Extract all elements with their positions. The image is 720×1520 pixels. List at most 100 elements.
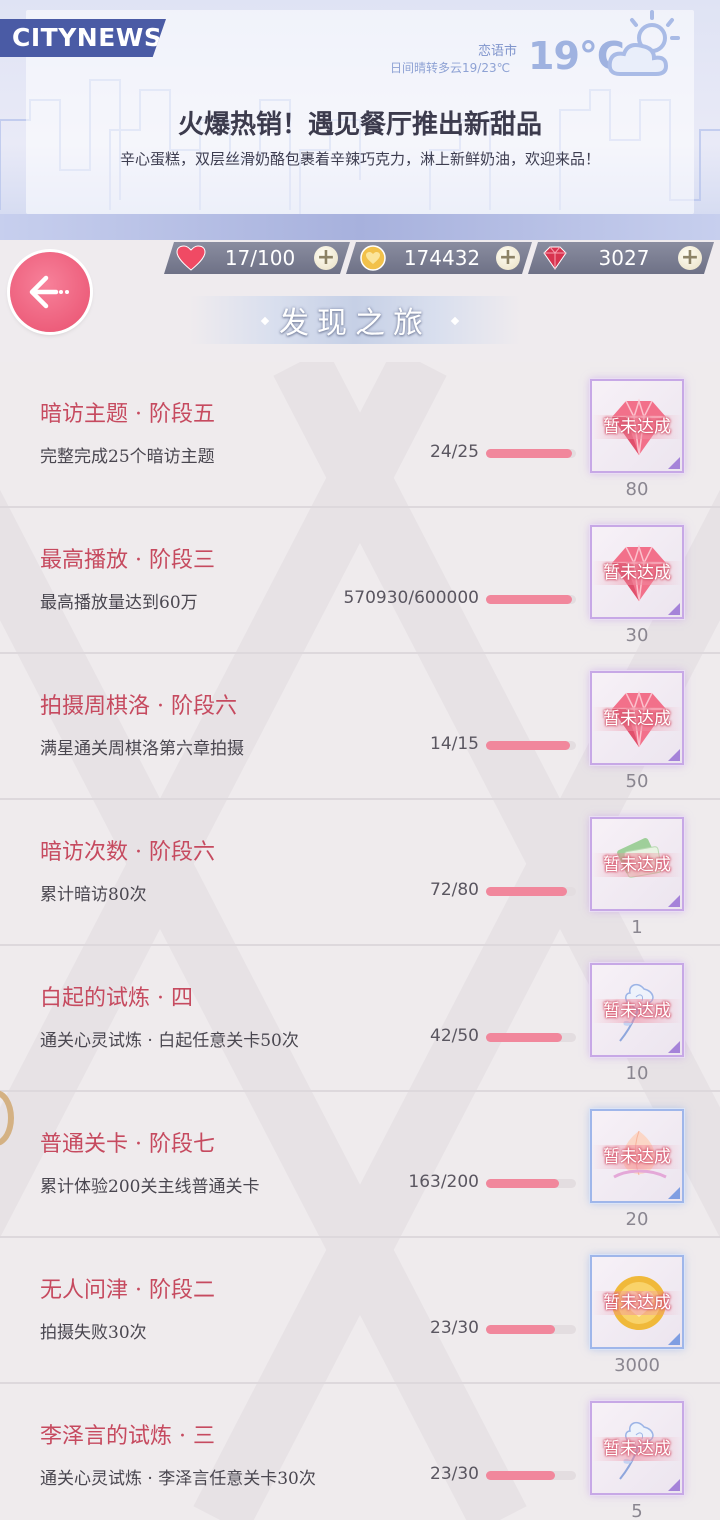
achievement-title: 暗访主题 · 阶段五 bbox=[40, 402, 215, 427]
achievement-progress-text: 163/200 bbox=[408, 1172, 479, 1192]
add-diamonds-button[interactable]: + bbox=[678, 246, 702, 270]
reward-quantity: 5 bbox=[631, 1501, 643, 1520]
list-item[interactable]: 暗访主题 · 阶段五 完整完成25个暗访主题 24/25 暂未达成 80 bbox=[0, 362, 720, 508]
achievement-description: 通关心灵试炼 · 白起任意关卡50次 bbox=[40, 1031, 299, 1051]
reward-status-label: 暂未达成 bbox=[592, 1291, 682, 1315]
news-subline: 辛心蛋糕，双层丝滑奶酪包裹着辛辣巧克力，淋上新鲜奶油，欢迎来品！ bbox=[119, 150, 600, 168]
achievement-description: 累计暗访80次 bbox=[40, 885, 147, 905]
achievement-progress-text: 14/15 bbox=[430, 734, 479, 754]
news-banner[interactable]: CITYNEWS 恋语市 日间晴转多云19/23℃ 19°C 火爆热销！遇见餐厅… bbox=[0, 0, 720, 240]
achievement-progress-text: 42/50 bbox=[430, 1026, 479, 1046]
list-item[interactable]: 白起的试炼 · 四 通关心灵试炼 · 白起任意关卡50次 42/50 暂未达成 … bbox=[0, 946, 720, 1092]
progress-bar-fill bbox=[486, 1325, 556, 1334]
citynews-logo: CITYNEWS bbox=[0, 19, 166, 57]
progress-bar-fill bbox=[486, 1179, 560, 1188]
progress-bar-fill bbox=[486, 449, 573, 458]
achievement-progress-text: 23/30 bbox=[430, 1464, 479, 1484]
progress-bar bbox=[486, 887, 576, 896]
list-item[interactable]: 李泽言的试炼 · 三 通关心灵试炼 · 李泽言任意关卡30次 23/30 暂未达… bbox=[0, 1384, 720, 1520]
reward-quantity: 1 bbox=[631, 917, 643, 938]
achievement-title: 李泽言的试炼 · 三 bbox=[40, 1424, 215, 1449]
list-item[interactable]: 暗访次数 · 阶段六 累计暗访80次 72/80 暂未达成 1 bbox=[0, 800, 720, 946]
achievement-title: 拍摄周棋洛 · 阶段六 bbox=[40, 694, 237, 719]
diamond-value: 3027 bbox=[598, 246, 650, 270]
back-arrow-icon bbox=[29, 275, 69, 309]
reward-quantity: 20 bbox=[625, 1209, 649, 1230]
reward-card[interactable]: 暂未达成 bbox=[590, 1109, 684, 1203]
add-stamina-button[interactable]: + bbox=[314, 246, 338, 270]
achievement-title: 白起的试炼 · 四 bbox=[40, 986, 193, 1011]
reward-card[interactable]: 暂未达成 bbox=[590, 1401, 684, 1495]
achievement-progress-text: 72/80 bbox=[430, 880, 479, 900]
progress-bar-fill bbox=[486, 595, 572, 604]
reward-status-label: 暂未达成 bbox=[592, 1145, 682, 1169]
stamina-counter: 17/100 + bbox=[164, 242, 350, 274]
achievement-title: 普通关卡 · 阶段七 bbox=[40, 1132, 215, 1157]
coin-counter: 174432 + bbox=[346, 242, 532, 274]
list-item[interactable]: 拍摄周棋洛 · 阶段六 满星通关周棋洛第六章拍摄 14/15 暂未达成 50 bbox=[0, 654, 720, 800]
reward-card[interactable]: 暂未达成 bbox=[590, 817, 684, 911]
list-item[interactable]: 普通关卡 · 阶段七 累计体验200关主线普通关卡 163/200 暂未达成 2… bbox=[0, 1092, 720, 1238]
reward-quantity: 10 bbox=[625, 1063, 649, 1084]
add-coins-button[interactable]: + bbox=[496, 246, 520, 270]
achievement-description: 满星通关周棋洛第六章拍摄 bbox=[40, 739, 244, 759]
reward-quantity: 50 bbox=[625, 771, 649, 792]
weather-description: 日间晴转多云19/23℃ bbox=[390, 61, 511, 75]
achievement-title: 暗访次数 · 阶段六 bbox=[40, 840, 215, 865]
progress-bar-fill bbox=[486, 741, 570, 750]
reward-card[interactable]: 暂未达成 bbox=[590, 671, 684, 765]
weather-city: 恋语市 bbox=[478, 44, 518, 59]
reward-quantity: 30 bbox=[625, 625, 649, 646]
news-headline: 火爆热销！遇见餐厅推出新甜品 bbox=[177, 110, 542, 140]
reward-corner-mark bbox=[668, 603, 680, 615]
diamond-icon bbox=[540, 245, 570, 271]
achievement-description: 完整完成25个暗访主题 bbox=[40, 447, 215, 467]
achievement-description: 累计体验200关主线普通关卡 bbox=[40, 1177, 260, 1197]
reward-status-label: 暂未达成 bbox=[592, 561, 682, 585]
coin-value: 174432 bbox=[403, 246, 481, 270]
progress-bar bbox=[486, 595, 576, 604]
list-item[interactable]: 最高播放 · 阶段三 最高播放量达到60万 570930/600000 暂未达成… bbox=[0, 508, 720, 654]
progress-bar-fill bbox=[486, 1471, 556, 1480]
achievement-progress-text: 570930/600000 bbox=[343, 588, 479, 608]
progress-bar-fill bbox=[486, 887, 567, 896]
progress-bar bbox=[486, 1471, 576, 1480]
page-title: 发现之旅 bbox=[279, 306, 431, 341]
achievement-description: 通关心灵试炼 · 李泽言任意关卡30次 bbox=[40, 1469, 316, 1489]
reward-corner-mark bbox=[668, 895, 680, 907]
progress-bar-fill bbox=[486, 1033, 562, 1042]
reward-status-label: 暂未达成 bbox=[592, 999, 682, 1023]
reward-card[interactable]: 暂未达成 bbox=[590, 525, 684, 619]
currency-bar: 17/100 + 174432 + 3027 + bbox=[0, 240, 720, 276]
reward-corner-mark bbox=[668, 1187, 680, 1199]
reward-card[interactable]: 暂未达成 bbox=[590, 963, 684, 1057]
stamina-value: 17/100 bbox=[224, 246, 296, 270]
partly-cloudy-icon bbox=[607, 10, 680, 76]
progress-bar bbox=[486, 741, 576, 750]
reward-quantity: 3000 bbox=[614, 1355, 660, 1376]
reward-corner-mark bbox=[668, 1333, 680, 1345]
back-button[interactable] bbox=[10, 252, 90, 332]
reward-status-label: 暂未达成 bbox=[592, 1437, 682, 1461]
reward-corner-mark bbox=[668, 1041, 680, 1053]
reward-corner-mark bbox=[668, 749, 680, 761]
achievement-list[interactable]: 暗访主题 · 阶段五 完整完成25个暗访主题 24/25 暂未达成 80 最高播… bbox=[0, 362, 720, 1520]
achievement-title: 最高播放 · 阶段三 bbox=[40, 548, 215, 573]
reward-status-label: 暂未达成 bbox=[592, 853, 682, 877]
reward-status-label: 暂未达成 bbox=[592, 707, 682, 731]
heart-icon bbox=[176, 245, 206, 271]
list-item[interactable]: 无人问津 · 阶段二 拍摄失败30次 23/30 暂未达成 3000 bbox=[0, 1238, 720, 1384]
progress-bar bbox=[486, 1325, 576, 1334]
reward-card[interactable]: 暂未达成 bbox=[590, 379, 684, 473]
progress-bar bbox=[486, 1033, 576, 1042]
reward-card[interactable]: 暂未达成 bbox=[590, 1255, 684, 1349]
achievement-progress-text: 24/25 bbox=[430, 442, 479, 462]
header-band bbox=[0, 214, 720, 240]
progress-bar bbox=[486, 1179, 576, 1188]
achievement-progress-text: 23/30 bbox=[430, 1318, 479, 1338]
reward-corner-mark bbox=[668, 1479, 680, 1491]
achievement-description: 拍摄失败30次 bbox=[40, 1323, 147, 1343]
progress-bar bbox=[486, 449, 576, 458]
achievement-title: 无人问津 · 阶段二 bbox=[40, 1278, 215, 1303]
reward-quantity: 80 bbox=[625, 479, 649, 500]
